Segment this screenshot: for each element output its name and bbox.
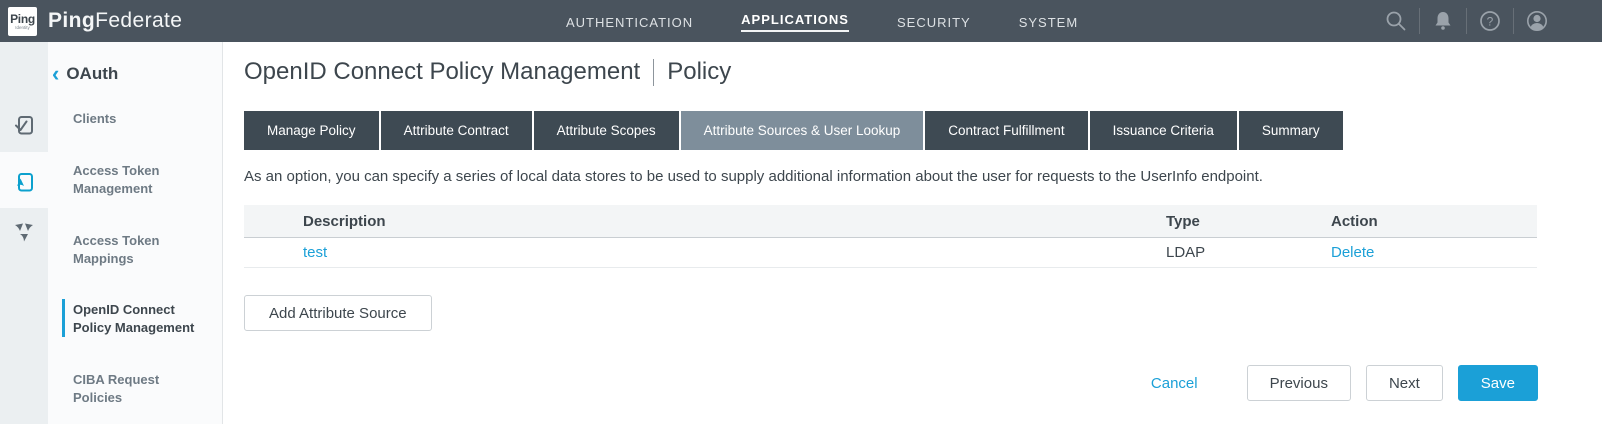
svg-text:?: ? [1487, 14, 1494, 28]
next-button[interactable]: Next [1366, 365, 1443, 401]
app-title: PingFederate [48, 0, 182, 42]
tab-attribute-scopes[interactable]: Attribute Scopes [534, 111, 681, 150]
app-title-bold: Ping [48, 9, 95, 33]
table-row: test LDAP Delete [244, 237, 1537, 268]
sidebar-section-label: OAuth [66, 64, 118, 84]
delete-link[interactable]: Delete [1331, 244, 1374, 261]
account-icon[interactable] [1525, 9, 1549, 33]
attribute-source-link[interactable]: test [303, 244, 327, 261]
app-title-rest: Federate [95, 9, 182, 33]
page: Ping Identity PingFederate AUTHENTICATIO… [0, 0, 1602, 424]
column-header-action: Action [1331, 213, 1537, 230]
cell-description: test [244, 244, 1166, 261]
nav-authentication[interactable]: AUTHENTICATION [566, 13, 693, 30]
footer-actions: Cancel Previous Next Save [244, 363, 1538, 403]
sidebar-item-openid-connect-policy-management[interactable]: OpenID Connect Policy Management [73, 301, 201, 337]
app-header: Ping Identity PingFederate AUTHENTICATIO… [0, 0, 1602, 42]
cell-action: Delete [1331, 244, 1537, 261]
chevron-left-icon: ‹ [52, 65, 59, 83]
page-title-main: OpenID Connect Policy Management [244, 58, 640, 86]
attribute-sources-table: Description Type Action test LDAP Delete [244, 205, 1537, 268]
add-attribute-source-button[interactable]: Add Attribute Source [244, 295, 432, 331]
sidebar-item-access-token-management[interactable]: Access Token Management [73, 162, 201, 198]
sidebar: ‹ OAuth Clients Access Token Management … [0, 42, 223, 424]
access-token-mappings-icon[interactable] [13, 222, 35, 244]
tab-attribute-sources-user-lookup[interactable]: Attribute Sources & User Lookup [681, 111, 926, 150]
tab-attribute-contract[interactable]: Attribute Contract [381, 111, 534, 150]
cell-type: LDAP [1166, 244, 1331, 261]
tab-bar: Manage Policy Attribute Contract Attribu… [244, 111, 1343, 150]
ping-logo-subtext: Identity [15, 25, 30, 30]
nav-security[interactable]: SECURITY [897, 13, 971, 30]
help-icon[interactable]: ? [1478, 9, 1502, 33]
sidebar-selected-indicator [62, 299, 65, 337]
main-nav: AUTHENTICATION APPLICATIONS SECURITY SYS… [566, 0, 1078, 42]
header-divider [1513, 8, 1514, 34]
sidebar-item-ciba-request-policies[interactable]: CIBA Request Policies [73, 371, 201, 407]
nav-system[interactable]: SYSTEM [1019, 13, 1078, 30]
title-divider [653, 59, 654, 86]
header-divider [1419, 8, 1420, 34]
tab-contract-fulfillment[interactable]: Contract Fulfillment [925, 111, 1089, 150]
sidebar-item-access-token-mappings[interactable]: Access Token Mappings [73, 232, 201, 268]
sidebar-item-clients[interactable]: Clients [73, 110, 201, 128]
cancel-link[interactable]: Cancel [1151, 375, 1198, 392]
table-header-row: Description Type Action [244, 205, 1537, 237]
tab-manage-policy[interactable]: Manage Policy [244, 111, 381, 150]
ping-logo-text: Ping [10, 14, 35, 25]
clients-icon[interactable] [13, 114, 35, 136]
previous-button[interactable]: Previous [1247, 365, 1351, 401]
nav-applications[interactable]: APPLICATIONS [741, 10, 849, 32]
ping-logo[interactable]: Ping Identity [8, 7, 37, 36]
search-icon[interactable] [1384, 9, 1408, 33]
column-header-description: Description [244, 213, 1166, 230]
page-title: OpenID Connect Policy Management Policy [244, 58, 731, 86]
access-token-management-icon[interactable] [13, 171, 35, 193]
header-actions: ? [1373, 0, 1560, 42]
column-header-type: Type [1166, 213, 1331, 230]
save-button[interactable]: Save [1458, 365, 1538, 401]
page-title-section: Policy [667, 58, 731, 86]
tab-issuance-criteria[interactable]: Issuance Criteria [1090, 111, 1239, 150]
tab-summary[interactable]: Summary [1239, 111, 1343, 150]
sidebar-back-oauth[interactable]: ‹ OAuth [52, 64, 118, 84]
notifications-icon[interactable] [1431, 9, 1455, 33]
page-description: As an option, you can specify a series o… [244, 168, 1537, 185]
header-divider [1466, 8, 1467, 34]
